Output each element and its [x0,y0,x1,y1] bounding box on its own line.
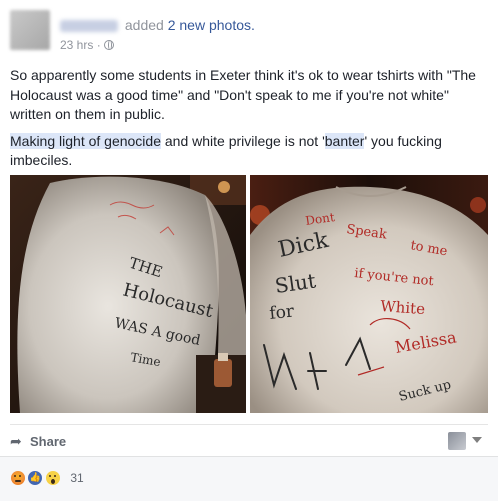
viewer-avatar-icon[interactable] [448,432,466,450]
post-body: So apparently some students in Exeter th… [10,66,490,178]
wow-icon [44,469,61,486]
post-actions: ➦ Share [10,431,488,451]
photo-grid: THE Holocaust WAS A good Time Dont Speak… [10,175,488,413]
post-meta: 23 hrs · [60,37,115,53]
share-arrow-icon: ➦ [10,433,22,449]
hashtag-link-banter[interactable]: banter [324,132,365,149]
photo-holocaust-shirt[interactable]: THE Holocaust WAS A good Time [10,175,246,413]
author-line: added 2 new photos. [60,16,255,34]
actions-divider [10,424,488,425]
author-name-blurred[interactable] [60,20,118,33]
like-icon: 👍 [27,469,44,486]
reaction-count[interactable]: 31 [70,471,83,485]
post-header: added 2 new photos. 23 hrs · [10,10,490,58]
share-label: Share [30,434,67,449]
hashtag-link-genocide[interactable]: Making light of genocide [10,132,161,149]
photo-holocaust-illustration: THE Holocaust WAS A good Time [10,175,246,413]
post-paragraph-2: Making light of genocide and white privi… [10,132,490,171]
handwriting-white: White [380,297,426,318]
post-paragraph-1: So apparently some students in Exeter th… [10,67,476,122]
new-photos-link[interactable]: 2 new photos. [168,17,255,33]
photo-dont-speak-illustration: Dont Speak to me if you're not White Mel… [250,175,488,413]
handwriting-for: for [268,301,295,324]
photo-dont-speak-shirt[interactable]: Dont Speak to me if you're not White Mel… [250,175,488,413]
author-avatar[interactable] [10,10,50,50]
globe-icon[interactable] [104,40,115,50]
share-button[interactable]: ➦ Share [10,431,66,452]
meta-separator: · [96,38,101,52]
reactions-bar: 👍 31 [0,456,498,501]
angry-icon [10,469,26,486]
author-action-text: added [124,17,164,33]
chevron-down-icon[interactable] [472,437,482,443]
reactions-summary[interactable]: 👍 31 [10,469,84,487]
post-timestamp[interactable]: 23 hrs [60,38,93,52]
paragraph-2-middle: and white privilege is not ' [161,132,325,149]
